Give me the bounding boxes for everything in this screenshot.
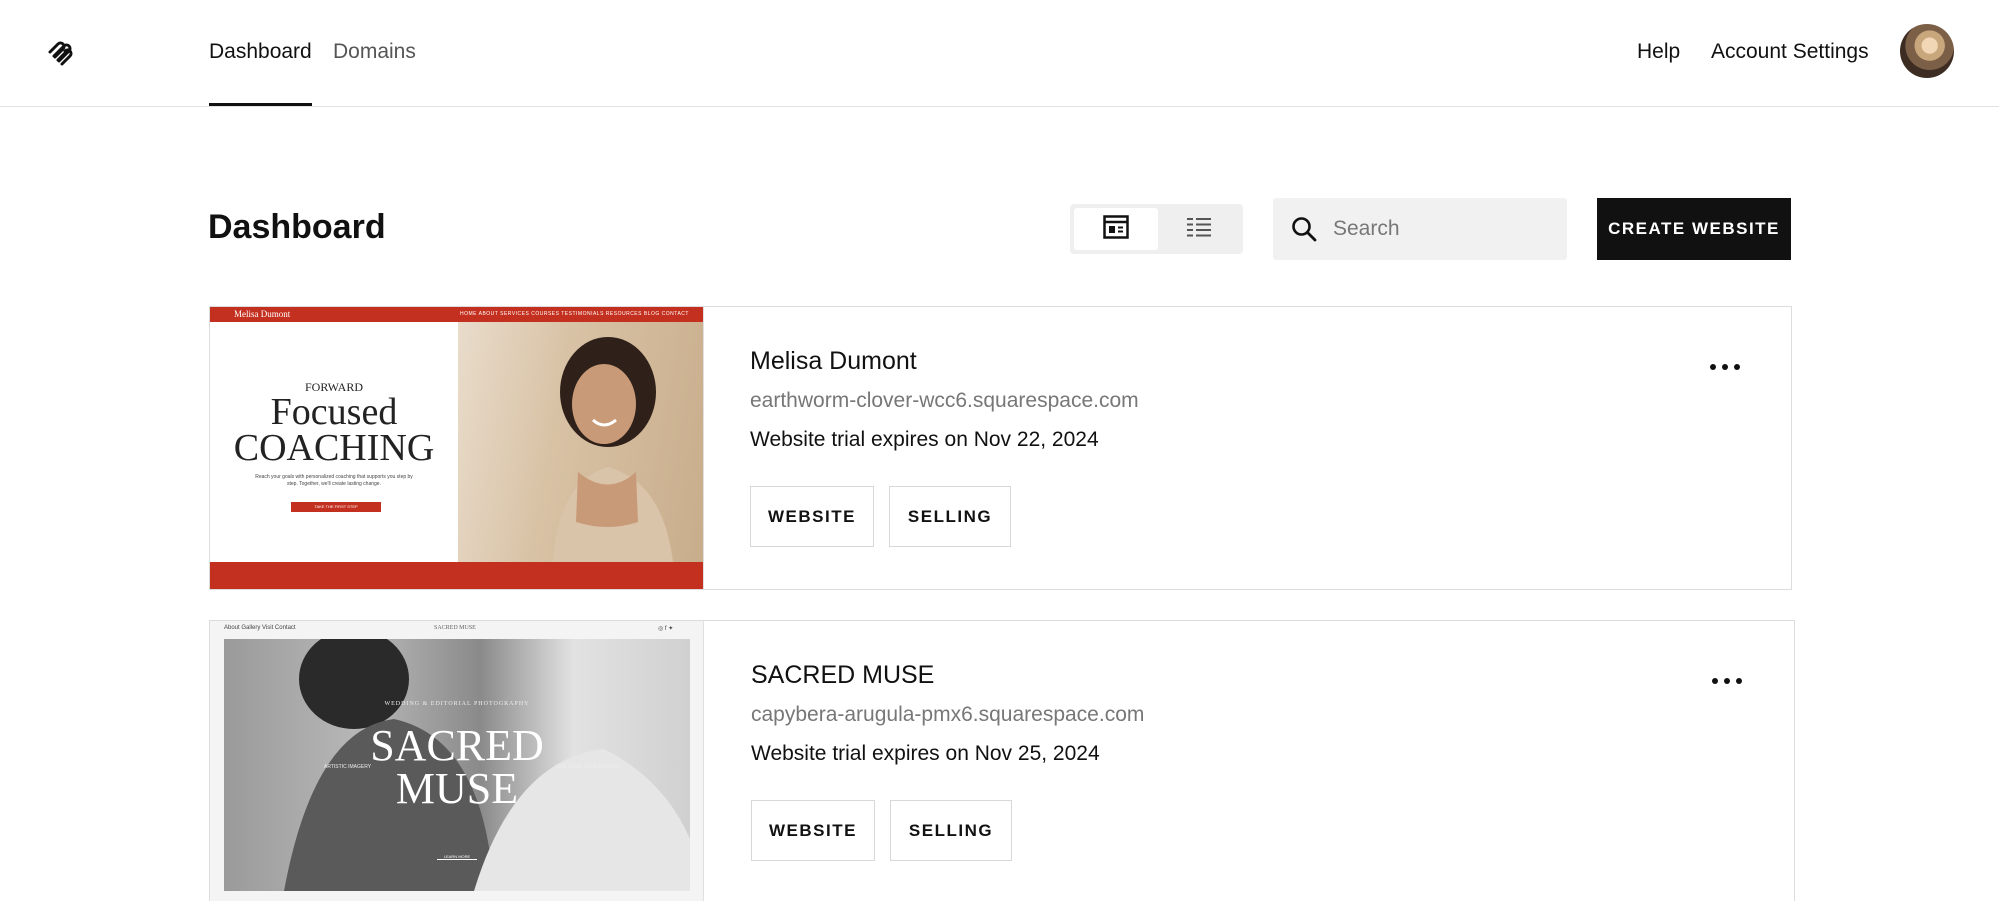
thumb-headline-2: COACHING xyxy=(233,427,435,469)
list-view-button[interactable] xyxy=(1157,208,1241,250)
thumb-link: LEARN MORE xyxy=(437,854,477,860)
thumb-text-panel: FORWARD Focused COACHING Reach your goal… xyxy=(210,322,458,562)
site-card[interactable]: Melisa Dumont HOME ABOUT SERVICES COURSE… xyxy=(209,306,1792,590)
tab-domains[interactable]: Domains xyxy=(333,40,416,64)
grid-view-icon xyxy=(1103,214,1129,244)
user-avatar[interactable] xyxy=(1900,24,1954,78)
squarespace-logo-icon[interactable] xyxy=(44,36,78,70)
thumb-headline-1: SACRED xyxy=(370,721,544,770)
thumb-header-bar: Melisa Dumont HOME ABOUT SERVICES COURSE… xyxy=(210,307,703,322)
site-domain: earthworm-clover-wcc6.squarespace.com xyxy=(750,389,1139,412)
selling-button[interactable]: SELLING xyxy=(890,800,1012,861)
thumb-headline-2: MUSE xyxy=(395,764,519,813)
site-domain: capybera-arugula-pmx6.squarespace.com xyxy=(751,703,1145,726)
thumb-menu: HOME ABOUT SERVICES COURSES TESTIMONIALS… xyxy=(460,311,689,317)
help-link[interactable]: Help xyxy=(1637,40,1680,64)
thumb-side-left: ARTISTIC IMAGERY xyxy=(324,764,372,770)
active-tab-indicator xyxy=(209,103,312,106)
search-box xyxy=(1273,198,1567,260)
thumb-brand: SACRED MUSE xyxy=(434,625,476,631)
account-settings-link[interactable]: Account Settings xyxy=(1711,40,1869,64)
trial-status: Website trial expires on Nov 25, 2024 xyxy=(751,742,1100,765)
thumb-nav: About Gallery Visit Contact xyxy=(224,625,296,631)
create-website-button[interactable]: CREATE WEBSITE xyxy=(1597,198,1791,260)
grid-view-button[interactable] xyxy=(1074,208,1158,250)
thumb-social-icons: ◎ f ✦ xyxy=(658,626,674,632)
site-thumbnail[interactable]: Melisa Dumont HOME ABOUT SERVICES COURSE… xyxy=(210,307,704,589)
search-icon xyxy=(1291,216,1317,242)
thumb-hero-image: WEDDING & EDITORIAL PHOTOGRAPHY SACRED M… xyxy=(224,639,690,891)
view-toggle xyxy=(1070,204,1243,254)
more-options-icon[interactable] xyxy=(1700,352,1750,382)
site-thumbnail[interactable]: About Gallery Visit Contact SACRED MUSE … xyxy=(210,621,704,901)
top-nav: Dashboard Domains Help Account Settings xyxy=(0,0,1999,107)
trial-status: Website trial expires on Nov 22, 2024 xyxy=(750,428,1099,451)
more-options-icon[interactable] xyxy=(1702,666,1752,696)
thumb-portrait-image xyxy=(458,322,703,562)
tab-dashboard[interactable]: Dashboard xyxy=(209,40,312,64)
thumb-subtext: Reach your goals with personalized coach… xyxy=(255,474,413,487)
thumb-headline-1: Focused xyxy=(270,391,398,433)
website-button[interactable]: WEBSITE xyxy=(750,486,874,547)
page-title: Dashboard xyxy=(208,208,386,246)
thumb-kicker: WEDDING & EDITORIAL PHOTOGRAPHY xyxy=(384,701,530,707)
thumb-cta: TAKE THE FIRST STEP xyxy=(291,502,381,512)
selling-button[interactable]: SELLING xyxy=(889,486,1011,547)
site-name[interactable]: SACRED MUSE xyxy=(751,661,934,690)
thumb-footer-bar xyxy=(210,562,703,589)
site-card[interactable]: About Gallery Visit Contact SACRED MUSE … xyxy=(209,620,1795,901)
site-name[interactable]: Melisa Dumont xyxy=(750,347,917,376)
list-view-icon xyxy=(1186,216,1212,243)
search-input[interactable] xyxy=(1333,198,1563,260)
thumb-side-right: LIFE LONG LOVE STORIES xyxy=(556,764,621,770)
thumb-brand: Melisa Dumont xyxy=(234,309,291,319)
website-button[interactable]: WEBSITE xyxy=(751,800,875,861)
